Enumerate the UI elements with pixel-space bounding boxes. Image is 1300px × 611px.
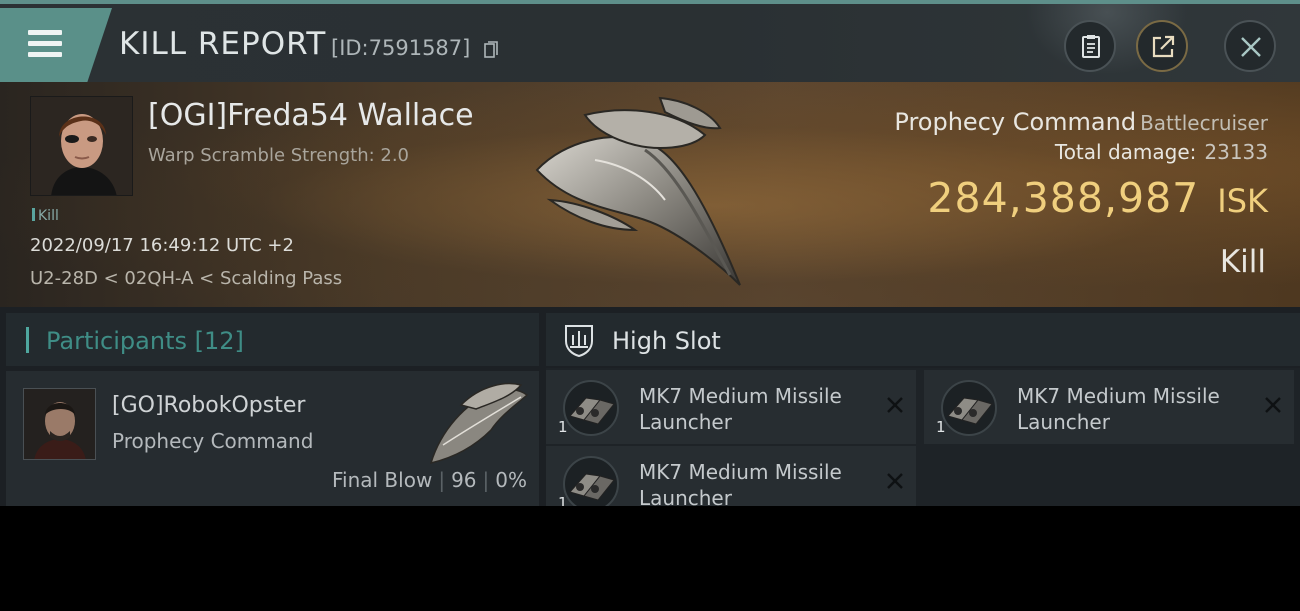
close-button[interactable]	[1224, 20, 1276, 72]
menu-button[interactable]	[0, 8, 112, 82]
high-slot-header: High Slot	[546, 313, 1300, 366]
header-bar: KILL REPORT [ID:7591587]	[0, 0, 1300, 86]
share-icon	[1152, 35, 1175, 58]
missile-launcher-icon	[563, 380, 619, 436]
destroyed-x-icon	[887, 397, 903, 413]
victim-name[interactable]: [OGI]Freda54 Wallace	[148, 98, 474, 133]
victim-portrait[interactable]	[30, 96, 133, 196]
participants-title: Participants [12]	[46, 327, 244, 355]
victim-banner: [OGI]Freda54 Wallace Warp Scramble Stren…	[0, 82, 1300, 307]
close-icon	[1241, 37, 1261, 57]
total-damage: Total damage: 23133	[1054, 140, 1268, 164]
participant-portrait-image	[24, 389, 95, 459]
module-name: MK7 Medium Missile Launcher	[639, 460, 842, 506]
victim-ship[interactable]: Prophecy Command Battlecruiser	[894, 108, 1268, 136]
participant-row[interactable]: [GO]RobokOpster Prophecy Command Final B…	[6, 371, 539, 506]
module-item[interactable]: 1 MK7 Medium Missile Launcher	[924, 370, 1294, 444]
kill-location[interactable]: U2-28D < 02QH-A < Scalding Pass	[30, 268, 342, 289]
final-blow-label: Final Blow	[331, 468, 433, 492]
destroyed-x-icon	[887, 473, 903, 489]
copy-icon[interactable]	[484, 41, 498, 59]
isk-value: 284,388,987 ISK	[927, 174, 1268, 222]
module-name: MK7 Medium Missile Launcher	[639, 384, 842, 434]
kill-result: Kill	[1219, 244, 1266, 280]
module-item[interactable]: 1 MK7 Medium Missile Launcher	[546, 446, 916, 506]
missile-launcher-icon	[563, 456, 619, 506]
warp-scramble-strength: Warp Scramble Strength: 2.0	[148, 145, 410, 166]
participant-ship: Prophecy Command	[112, 429, 314, 453]
participant-damage-percent: 0%	[495, 468, 527, 492]
high-slot-icon	[565, 325, 593, 357]
missile-launcher-icon	[941, 380, 997, 436]
high-slot-grid: 1 MK7 Medium Missile Launcher 1 MK7 Medi…	[546, 368, 1300, 506]
portrait-image	[31, 97, 132, 195]
high-slot-title: High Slot	[612, 327, 721, 355]
module-name: MK7 Medium Missile Launcher	[1017, 384, 1220, 434]
destroyed-x-icon	[1265, 397, 1281, 413]
kill-tag: Kill	[32, 208, 59, 224]
kill-report-window: KILL REPORT [ID:7591587] [OGI]Freda54 Wa…	[0, 0, 1300, 506]
participant-portrait[interactable]	[23, 388, 96, 460]
module-item[interactable]: 1 MK7 Medium Missile Launcher	[546, 370, 916, 444]
clipboard-button[interactable]	[1064, 20, 1116, 72]
participants-header[interactable]: Participants [12]	[6, 313, 539, 366]
kill-id: [ID:7591587]	[331, 36, 471, 60]
module-quantity: 1	[936, 418, 946, 436]
participant-damage: 96	[451, 468, 477, 492]
participant-stats: Final Blow | 96 | 0%	[331, 468, 527, 492]
share-button[interactable]	[1136, 20, 1188, 72]
victim-ship-image[interactable]	[525, 90, 775, 300]
page-title: KILL REPORT	[119, 26, 327, 62]
hamburger-menu-icon	[28, 30, 62, 58]
module-quantity: 1	[558, 418, 568, 436]
clipboard-icon	[1082, 35, 1100, 58]
kill-datetime: 2022/09/17 16:49:12 UTC +2	[30, 235, 294, 256]
module-quantity: 1	[558, 494, 568, 506]
participant-ship-image	[429, 382, 529, 465]
participant-name[interactable]: [GO]RobokOpster	[112, 393, 305, 418]
